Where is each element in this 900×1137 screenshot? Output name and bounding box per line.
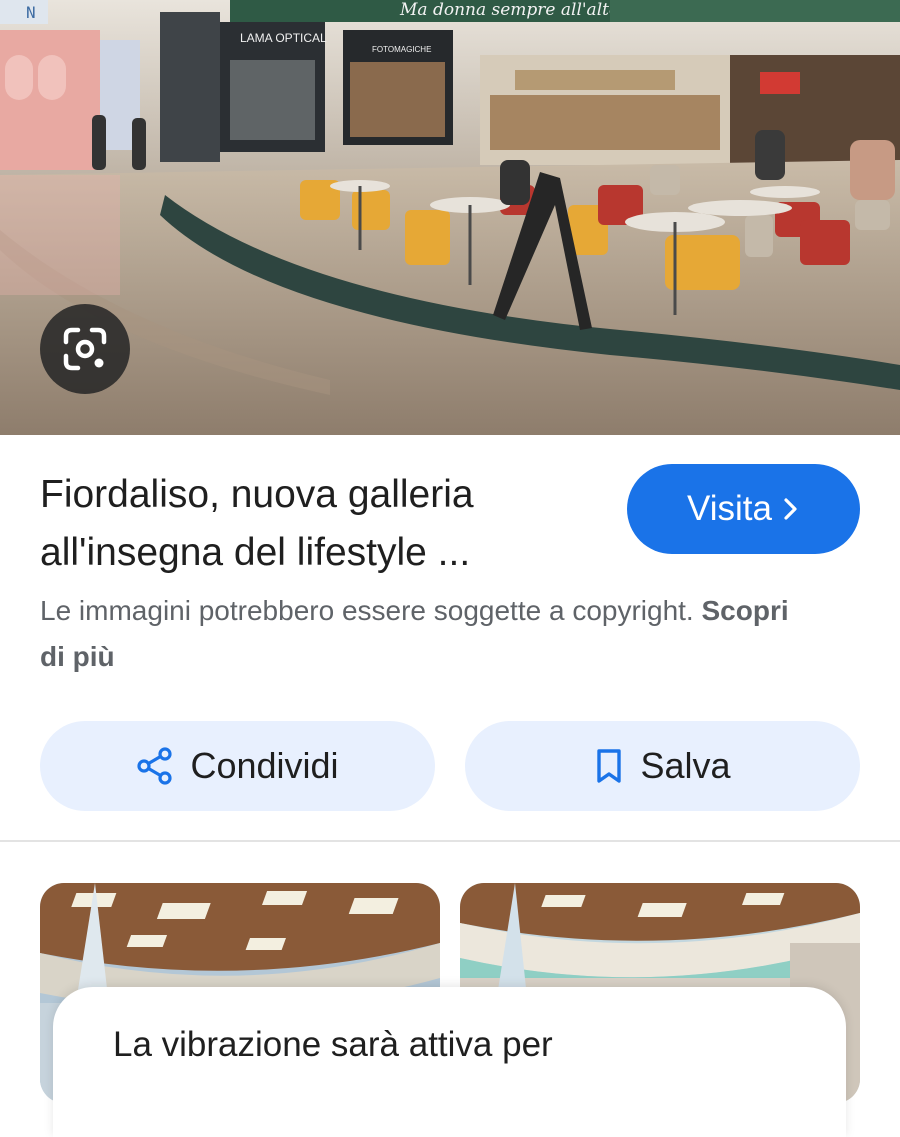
svg-text:N: N: [26, 3, 36, 22]
chevron-right-icon: [784, 498, 797, 520]
svg-text:FOTOMAGICHE: FOTOMAGICHE: [372, 45, 431, 54]
svg-text:LAMA OPTICAL: LAMA OPTICAL: [240, 31, 327, 45]
result-title-line-1: Fiordaliso, nuova galleria: [40, 473, 474, 516]
mall-food-court-photo: Ma donna sempre all'altezza. N LAMA OPTI…: [0, 0, 900, 435]
result-title-line-2: all'insegna del lifestyle ...: [40, 531, 471, 574]
section-divider: [0, 840, 900, 842]
share-button[interactable]: Condividi: [40, 721, 435, 811]
google-lens-icon[interactable]: [40, 304, 130, 394]
hero-image[interactable]: Ma donna sempre all'altezza. N LAMA OPTI…: [0, 0, 900, 435]
result-title[interactable]: Fiordaliso, nuova galleria all'insegna d…: [40, 466, 600, 582]
share-icon: [137, 747, 173, 785]
copyright-notice: Le immagini potrebbero essere soggette a…: [40, 588, 800, 680]
save-button[interactable]: Salva: [465, 721, 860, 811]
save-button-label: Salva: [640, 745, 731, 786]
vibration-toast: La vibrazione sarà attiva per: [53, 987, 846, 1137]
copyright-text: Le immagini potrebbero essere soggette a…: [40, 595, 694, 626]
visit-button-label: Visita: [687, 489, 772, 528]
bookmark-icon: [597, 749, 622, 783]
toast-message: La vibrazione sarà attiva per: [113, 1025, 553, 1064]
lens-glyph: [63, 327, 107, 371]
share-button-label: Condividi: [190, 745, 339, 786]
visit-button[interactable]: Visita: [627, 464, 860, 554]
